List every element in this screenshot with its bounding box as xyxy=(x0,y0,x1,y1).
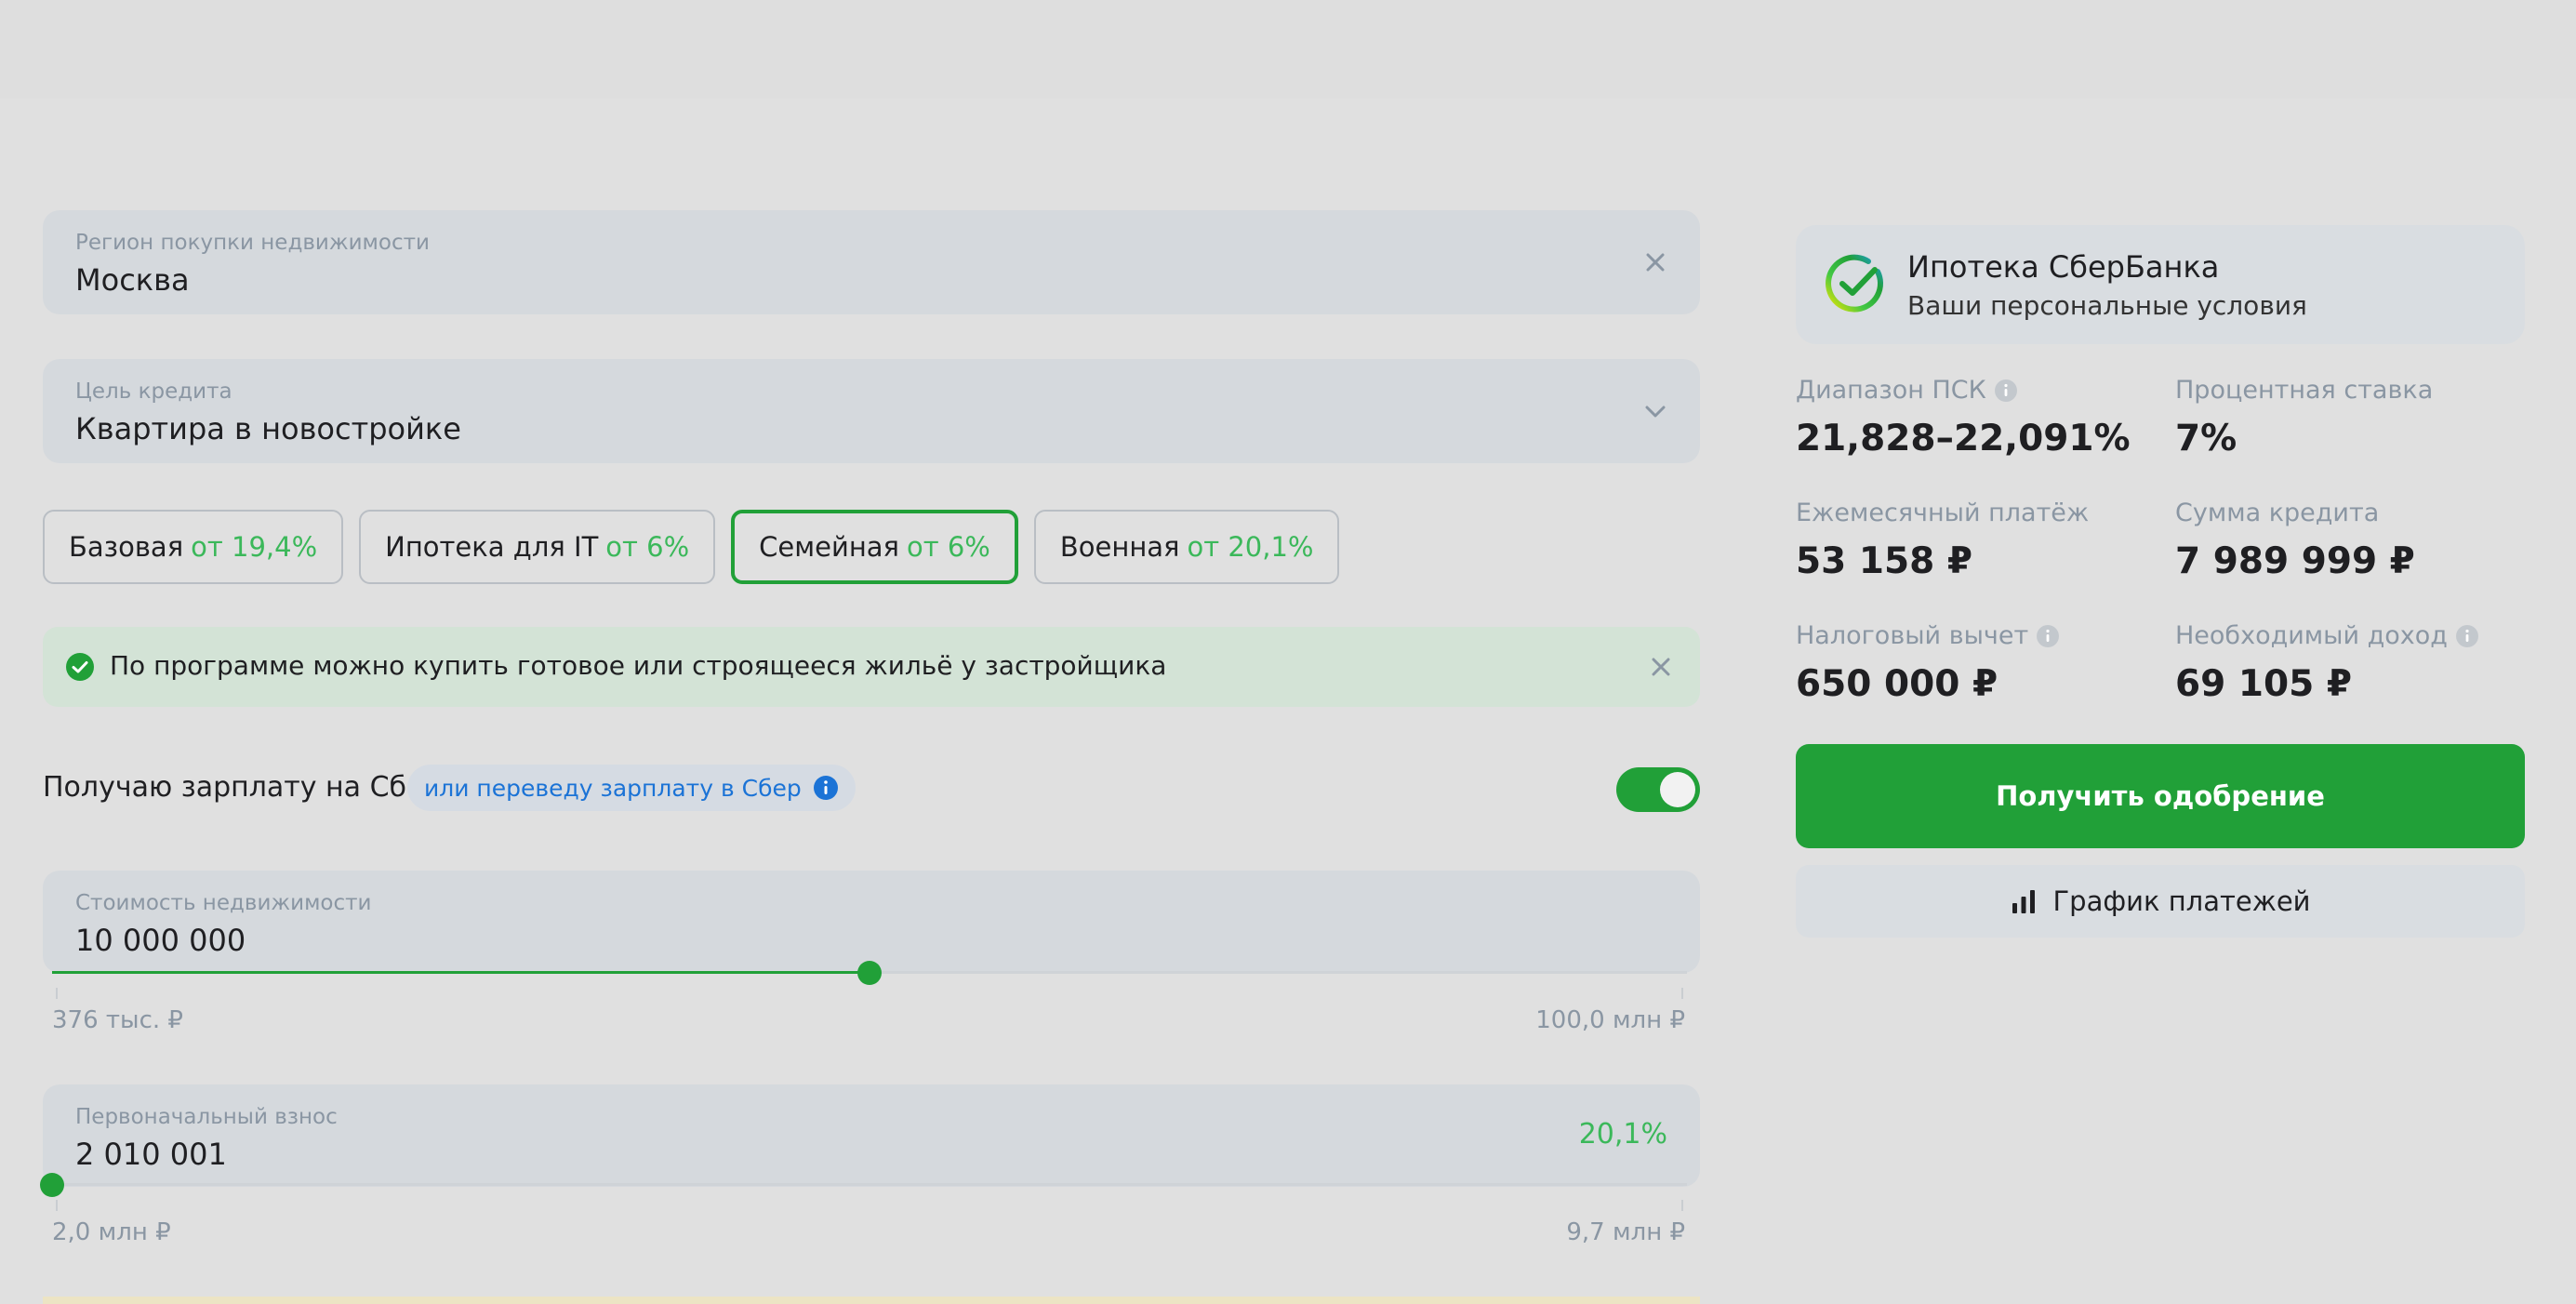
program-chip-military[interactable]: Военная от 20,1% xyxy=(1033,510,1340,584)
notice-text: По программе можно купить готовое или ст… xyxy=(110,650,1167,681)
down-payment-value: 2 010 001 xyxy=(75,1137,227,1172)
stat-value: 53 158 ₽ xyxy=(1796,540,1972,582)
payment-schedule-button[interactable]: График платежей xyxy=(1796,865,2525,938)
info-icon[interactable] xyxy=(2036,624,2060,648)
purpose-value: Квартира в новостройке xyxy=(75,411,461,446)
stat-tax-deduction: Налоговый вычет 650 000 ₽ xyxy=(1796,621,2149,705)
stat-label: Необходимый доход xyxy=(2175,621,2529,650)
program-chip-family[interactable]: Семейная от 6% xyxy=(731,510,1018,584)
stat-value: 69 105 ₽ xyxy=(2175,663,2352,705)
top-bar xyxy=(0,0,2576,99)
info-icon[interactable] xyxy=(1994,379,2018,403)
down-payment-max: 9,7 млн ₽ xyxy=(1566,1218,1685,1246)
slider-tick xyxy=(56,988,58,999)
stat-label: Диапазон ПСК xyxy=(1796,376,2149,405)
next-section-strip xyxy=(43,1297,1700,1304)
offer-subtitle: Ваши персональные условия xyxy=(1907,290,2307,321)
stat-rate: Процентная ставка 7% xyxy=(2175,376,2529,459)
bar-chart-icon xyxy=(2012,890,2036,913)
stat-required-income: Необходимый доход 69 105 ₽ xyxy=(2175,621,2529,705)
transfer-salary-link[interactable]: или переведу зарплату в Сбер xyxy=(407,765,856,811)
toggle-knob xyxy=(1660,772,1695,807)
stat-label-text: Необходимый доход xyxy=(2175,621,2448,650)
down-payment-label: Первоначальный взнос xyxy=(75,1105,338,1129)
stat-label: Ежемесячный платёж xyxy=(1796,499,2090,527)
offer-title: Ипотека СберБанка xyxy=(1907,249,2220,285)
program-rate: от 6% xyxy=(605,531,690,563)
program-rate: от 19,4% xyxy=(191,531,318,563)
stat-label-text: Налоговый вычет xyxy=(1796,621,2029,650)
program-rate: от 6% xyxy=(907,531,990,563)
check-circle-icon xyxy=(66,653,94,681)
salary-label: Получаю зарплату на Сбер xyxy=(43,771,442,804)
down-payment-field[interactable]: Первоначальный взнос 2 010 001 20,1% xyxy=(43,1084,1700,1187)
price-slider-fill xyxy=(52,971,870,974)
stat-label: Сумма кредита xyxy=(2175,499,2380,527)
program-name: Семейная xyxy=(759,531,899,563)
offer-header: Ипотека СберБанка Ваши персональные усло… xyxy=(1796,225,2525,344)
price-max: 100,0 млн ₽ xyxy=(1535,1006,1685,1034)
stat-label-text: Диапазон ПСК xyxy=(1796,376,1986,405)
down-payment-slider[interactable] xyxy=(40,1173,1687,1197)
price-value: 10 000 000 xyxy=(75,923,246,958)
slider-tick xyxy=(56,1200,58,1211)
program-chip-it[interactable]: Ипотека для IT от 6% xyxy=(359,510,716,584)
program-notice: По программе можно купить готовое или ст… xyxy=(43,627,1700,707)
info-icon[interactable] xyxy=(813,775,839,801)
price-slider[interactable] xyxy=(52,961,1687,985)
down-payment-min: 2,0 млн ₽ xyxy=(52,1218,171,1246)
down-payment-slider-handle[interactable] xyxy=(40,1173,64,1197)
region-value: Москва xyxy=(75,262,190,298)
purpose-label: Цель кредита xyxy=(75,379,232,404)
region-field[interactable]: Регион покупки недвижимости Москва xyxy=(43,210,1700,314)
stat-value: 7% xyxy=(2175,418,2237,459)
stat-monthly-payment: Ежемесячный платёж 53 158 ₽ xyxy=(1796,499,2149,582)
stat-value: 21,828–22,091% xyxy=(1796,418,2131,459)
price-min: 376 тыс. ₽ xyxy=(52,1006,183,1034)
stat-loan-amount: Сумма кредита 7 989 999 ₽ xyxy=(2175,499,2529,582)
stat-value: 650 000 ₽ xyxy=(1796,663,1998,705)
program-rate: от 20,1% xyxy=(1187,531,1314,563)
program-name: Военная xyxy=(1059,531,1180,563)
close-icon[interactable] xyxy=(1639,246,1672,279)
salary-toggle[interactable] xyxy=(1616,767,1700,812)
program-chip-basic[interactable]: Базовая от 19,4% xyxy=(43,510,344,584)
price-label: Стоимость недвижимости xyxy=(75,891,372,915)
price-slider-handle[interactable] xyxy=(857,961,882,985)
region-label: Регион покупки недвижимости xyxy=(75,231,430,255)
payment-schedule-label: График платежей xyxy=(2052,885,2311,917)
close-icon[interactable] xyxy=(1644,650,1678,684)
down-payment-percent: 20,1% xyxy=(1578,1118,1667,1151)
stat-label: Процентная ставка xyxy=(2175,376,2434,405)
stat-psk: Диапазон ПСК 21,828–22,091% xyxy=(1796,376,2149,459)
chevron-down-icon[interactable] xyxy=(1639,394,1672,428)
program-name: Ипотека для IT xyxy=(385,531,599,563)
get-approval-button[interactable]: Получить одобрение xyxy=(1796,744,2525,848)
sber-logo-icon xyxy=(1826,254,1884,313)
slider-tick xyxy=(1681,1200,1683,1211)
price-field[interactable]: Стоимость недвижимости 10 000 000 xyxy=(43,871,1700,973)
info-icon[interactable] xyxy=(2455,624,2479,648)
purpose-select[interactable]: Цель кредита Квартира в новостройке xyxy=(43,359,1700,463)
program-chips: Базовая от 19,4% Ипотека для IT от 6% Се… xyxy=(43,510,1340,584)
stat-label: Налоговый вычет xyxy=(1796,621,2149,650)
stat-value: 7 989 999 ₽ xyxy=(2175,540,2415,582)
program-name: Базовая xyxy=(69,531,184,563)
slider-tick xyxy=(1681,988,1683,999)
transfer-salary-text: или переведу зарплату в Сбер xyxy=(424,774,802,802)
